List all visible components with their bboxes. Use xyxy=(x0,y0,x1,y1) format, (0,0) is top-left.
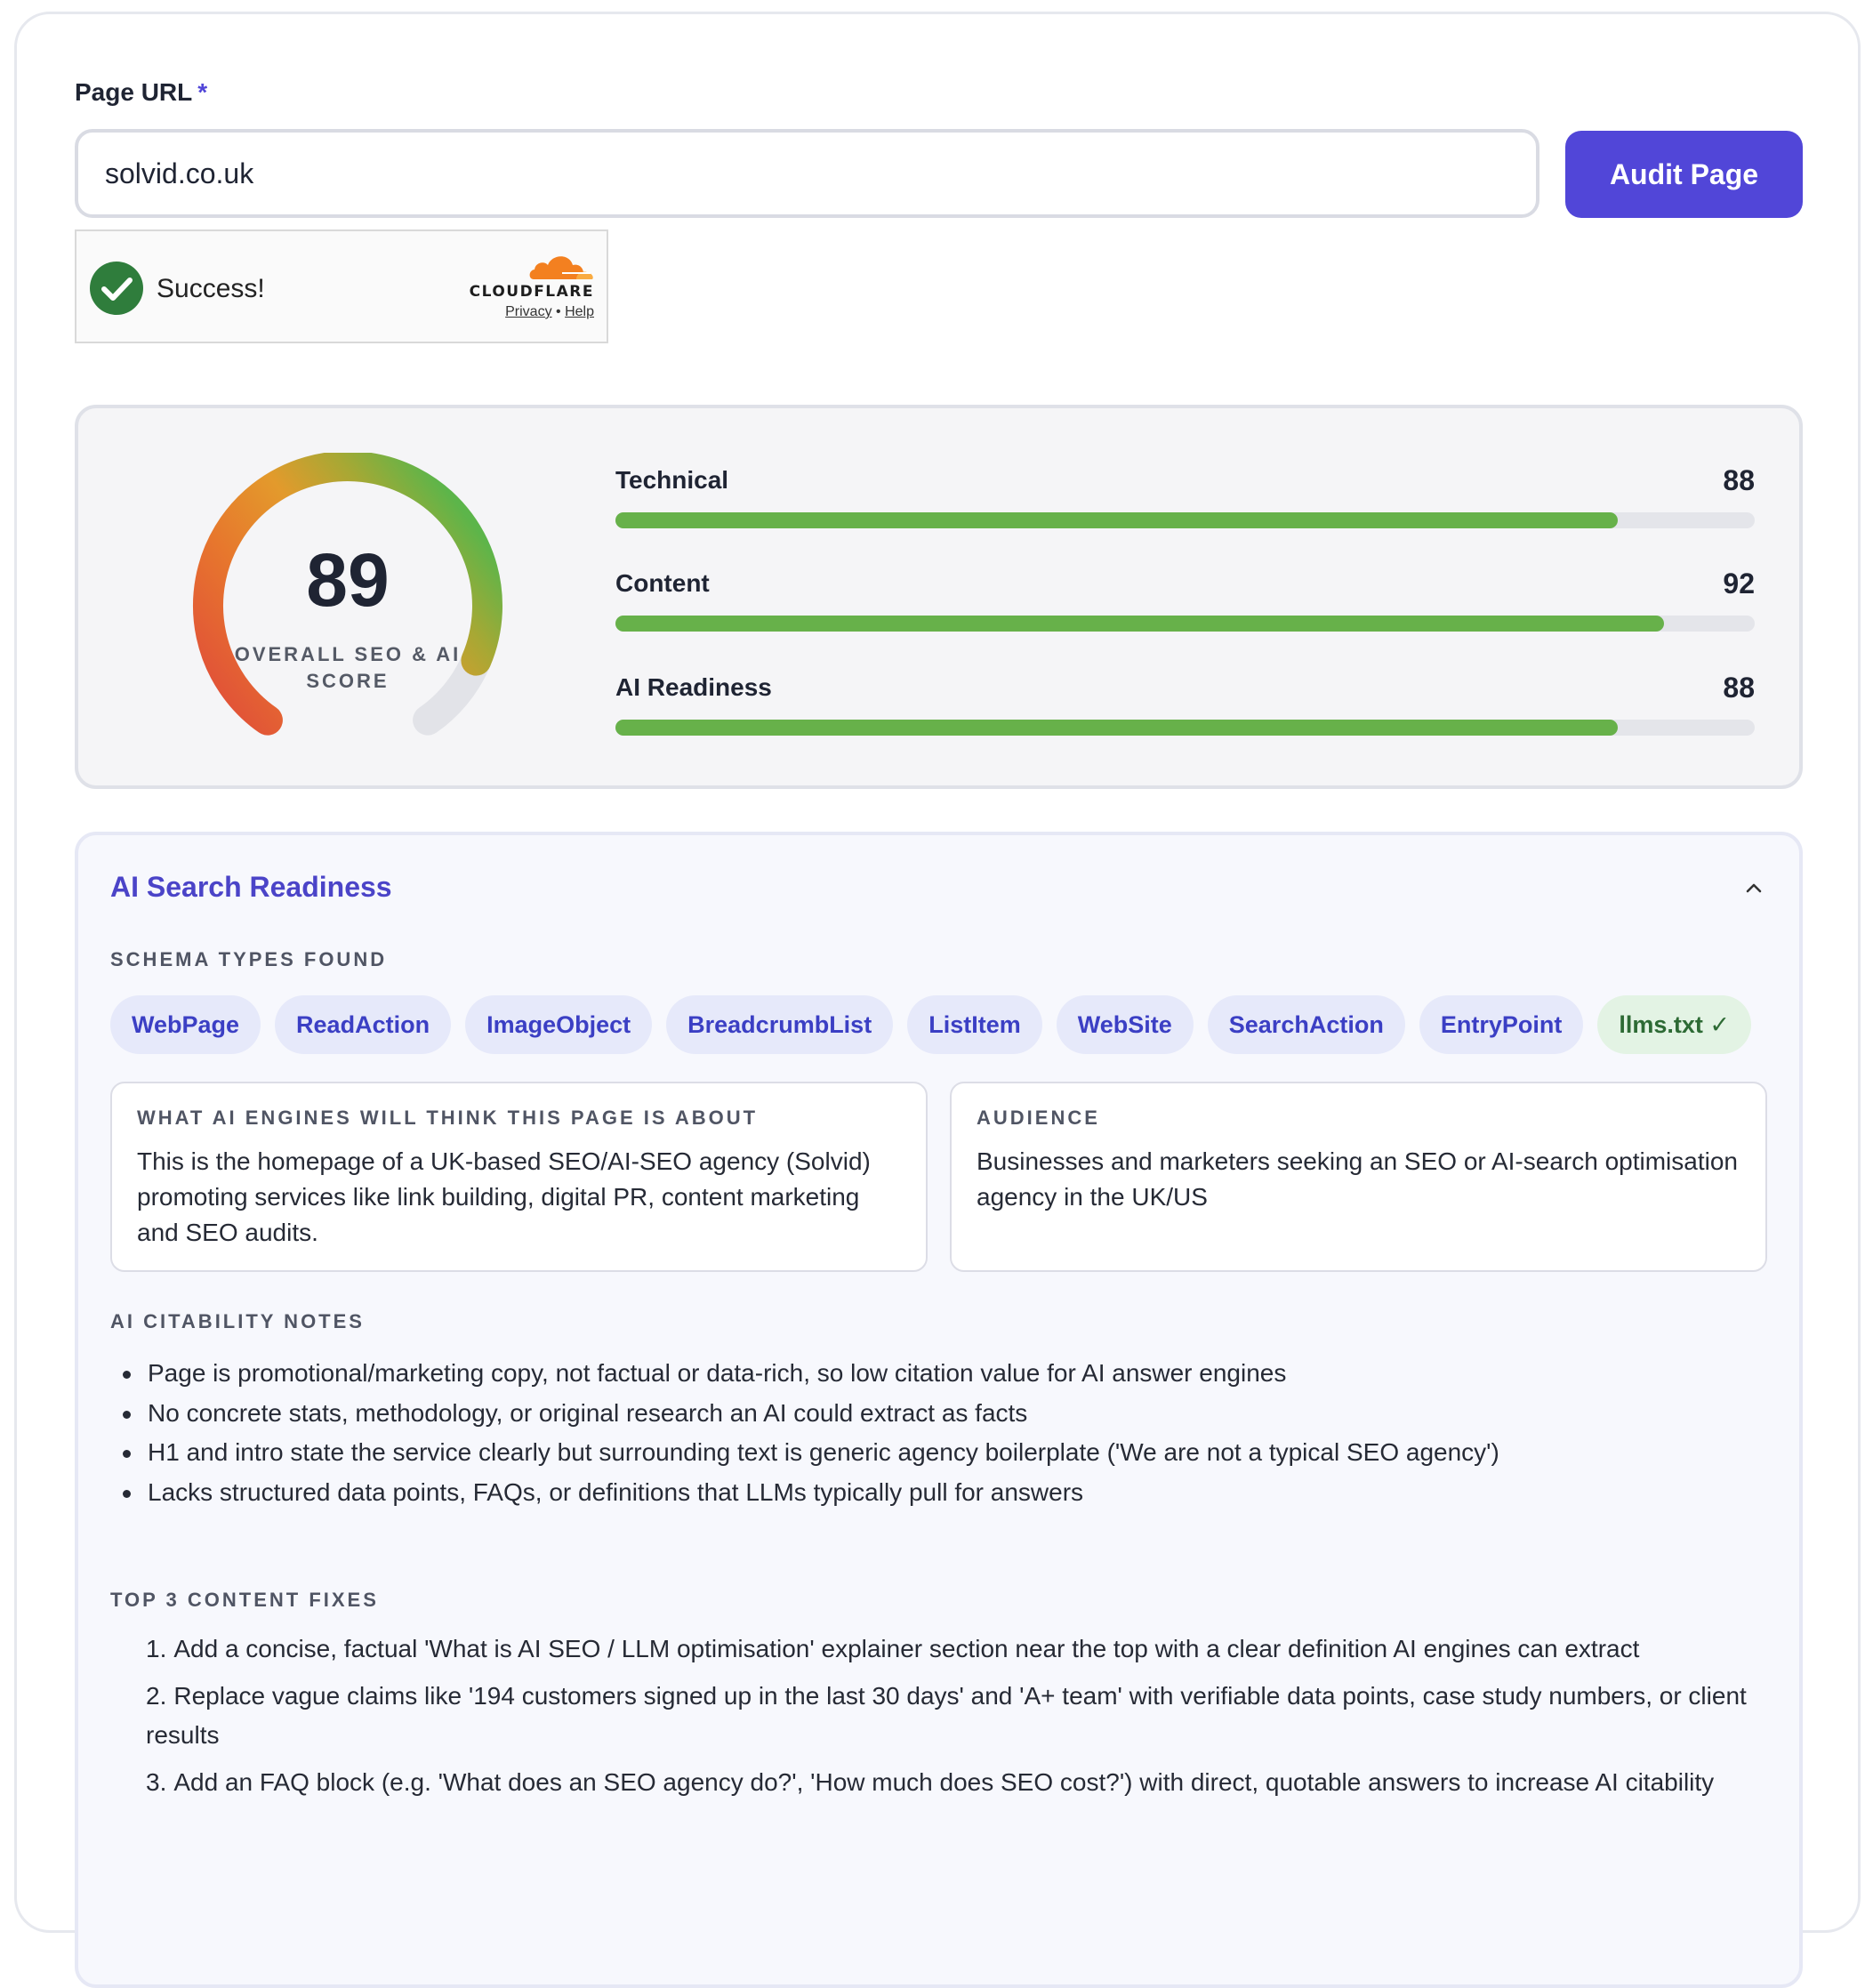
audience-caption: AUDIENCE xyxy=(977,1107,1100,1129)
schema-chip: EntryPoint xyxy=(1419,995,1584,1054)
metric-name: Content xyxy=(615,569,710,597)
llms-txt-chip: llms.txt ✓ xyxy=(1597,995,1751,1054)
schema-chip: WebPage xyxy=(110,995,261,1054)
metric-name: AI Readiness xyxy=(615,673,772,701)
list-item: H1 and intro state the service clearly b… xyxy=(114,1433,1499,1473)
metric-bar-fill xyxy=(615,616,1664,632)
url-label: Page URL * xyxy=(75,78,208,106)
metric-value: 88 xyxy=(1723,464,1755,496)
list-item: 1. Add a concise, factual 'What is AI SEO… xyxy=(146,1635,1640,1662)
required-mark: * xyxy=(197,78,208,106)
captcha-status: Success! xyxy=(157,274,265,303)
schema-chip: ListItem xyxy=(907,995,1042,1054)
schema-types-caption: SCHEMA TYPES FOUND xyxy=(110,948,388,970)
cloudflare-wordmark: CLOUDFLARE xyxy=(469,283,594,301)
schema-chip: BreadcrumbList xyxy=(666,995,894,1054)
help-link[interactable]: Help xyxy=(565,304,594,319)
list-item: 3. Add an FAQ block (e.g. 'What does an S… xyxy=(146,1768,1715,1796)
about-caption: WHAT AI ENGINES WILL THINK THIS PAGE IS … xyxy=(137,1107,759,1129)
citability-caption: AI CITABILITY NOTES xyxy=(110,1310,365,1332)
schema-chip: ReadAction xyxy=(275,995,452,1054)
list-item: No concrete stats, methodology, or origi… xyxy=(114,1394,1499,1434)
schema-chip: SearchAction xyxy=(1207,995,1405,1054)
audience-box: AUDIENCE Businesses and marketers seekin… xyxy=(950,1082,1767,1272)
list-item: Lacks structured data points, FAQs, or d… xyxy=(114,1473,1499,1513)
metric-value: 92 xyxy=(1723,567,1755,600)
schema-chip: WebSite xyxy=(1056,995,1194,1054)
cloudflare-logo: CLOUDFLARE Privacy • Help xyxy=(461,251,594,320)
about-text: This is the homepage of a UK-based SEO/A… xyxy=(137,1147,871,1246)
list-item: 2. Replace vague claims like '194 custome… xyxy=(146,1682,1747,1749)
schema-chip-list: WebPage ReadAction ImageObject BreadcrumbLi… xyxy=(110,995,1751,1054)
metric-value: 88 xyxy=(1723,672,1755,704)
content-fixes-caption: TOP 3 CONTENT FIXES xyxy=(110,1589,379,1611)
content-fixes-list: 1. Add a concise, factual 'What is AI SEO… xyxy=(146,1630,1773,1810)
overall-score-caption: OVERALL SEO & AI SCORE xyxy=(234,643,462,692)
cloudflare-captcha: Success! CLOUDFLARE Privacy • Help xyxy=(75,229,608,343)
about-box: WHAT AI ENGINES WILL THINK THIS PAGE IS … xyxy=(110,1082,928,1272)
url-input[interactable] xyxy=(75,129,1539,218)
audit-page-button[interactable]: Audit Page xyxy=(1565,131,1803,218)
citability-notes: Page is promotional/marketing copy, not … xyxy=(114,1354,1499,1512)
metric-bar-fill xyxy=(615,720,1619,736)
cloudflare-cloud-icon xyxy=(529,256,593,279)
metric-bar-fill xyxy=(615,512,1619,528)
metric-track xyxy=(615,512,1755,528)
ai-search-readiness-panel: AI Search Readiness SCHEMA TYPES FOUND W… xyxy=(75,832,1803,1988)
score-summary-card: 89 OVERALL SEO & AI SCORE Technical 88 C… xyxy=(75,405,1803,789)
metric-track xyxy=(615,616,1755,632)
overall-score-value: 89 xyxy=(306,538,390,622)
metric-track xyxy=(615,720,1755,736)
section-title[interactable]: AI Search Readiness xyxy=(110,871,392,904)
privacy-link[interactable]: Privacy xyxy=(505,304,551,319)
success-check-icon xyxy=(90,262,143,315)
audience-text: Businesses and marketers seeking an SEO … xyxy=(977,1147,1738,1211)
link-separator: • xyxy=(556,304,561,319)
metric-name: Technical xyxy=(615,466,729,494)
chevron-up-icon[interactable] xyxy=(1740,874,1767,901)
list-item: Page is promotional/marketing copy, not … xyxy=(114,1354,1499,1394)
schema-chip: ImageObject xyxy=(465,995,653,1054)
